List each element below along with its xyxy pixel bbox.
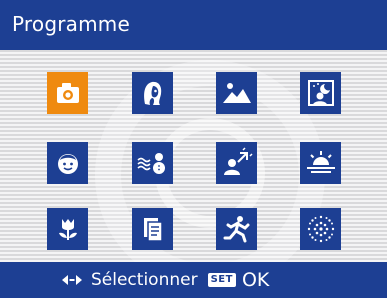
portrait-icon: [144, 81, 162, 105]
mode-macro-tile[interactable]: [47, 208, 88, 250]
camera-icon: [57, 83, 79, 103]
mode-auto-tile[interactable]: [47, 72, 88, 114]
sports-icon: [223, 216, 250, 243]
mode-landscape-tile[interactable]: [216, 72, 257, 114]
night-portrait-icon: [308, 80, 334, 106]
fireworks-icon: [307, 215, 335, 243]
backlight-portrait-icon: [224, 147, 253, 175]
sunset-icon: [307, 151, 335, 173]
flower-macro-icon: [59, 219, 77, 240]
status-bar: Sélectionner SET OK: [0, 262, 387, 298]
set-button-badge: SET: [207, 273, 236, 287]
document-icon: [144, 218, 163, 242]
mode-sports-tile[interactable]: [216, 208, 257, 250]
ok-label: OK: [241, 269, 270, 291]
child-face-icon: [58, 154, 78, 174]
mode-kids-tile[interactable]: [47, 142, 88, 184]
camera-menu-screen: Programme Sélectionner SET OK: [0, 0, 387, 298]
snow-icon: [137, 153, 165, 174]
title-bar: Programme: [0, 0, 387, 50]
mode-sunset-tile[interactable]: [300, 142, 341, 184]
landscape-icon: [223, 83, 251, 103]
mode-backlight-tile[interactable]: [216, 142, 257, 184]
mode-portrait-tile[interactable]: [132, 72, 173, 114]
status-hint: Sélectionner SET OK: [61, 267, 269, 293]
mode-night-portrait-tile[interactable]: [300, 72, 341, 114]
select-label: Sélectionner: [91, 270, 198, 290]
mode-snow-tile[interactable]: [132, 142, 173, 184]
mode-fireworks-tile[interactable]: [300, 208, 341, 250]
left-right-arrows-icon: [61, 273, 83, 287]
page-title: Programme: [12, 12, 130, 36]
mode-document-tile[interactable]: [132, 208, 173, 250]
